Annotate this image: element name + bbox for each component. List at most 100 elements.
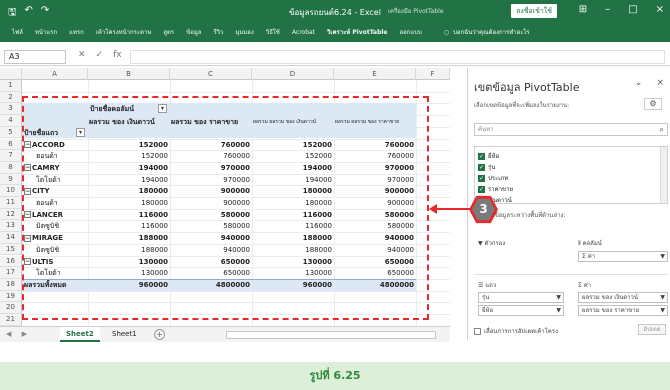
ribbon-display-icon[interactable]: ⊞: [579, 4, 587, 15]
row-header[interactable]: 14: [0, 232, 22, 244]
tab-review[interactable]: รีวิว: [213, 27, 223, 37]
tab-help[interactable]: วิธีใช้: [266, 27, 280, 37]
column-header-f[interactable]: F: [416, 68, 450, 80]
defer-layout-update[interactable]: เลื่อนการการอัปเดตเค้าโครง: [474, 326, 558, 336]
pane-subtitle: เลือกเขตข้อมูลที่จะเพิ่มลงในรายงาน:: [474, 102, 570, 109]
pane-close-icon[interactable]: ×: [656, 78, 664, 88]
row-header[interactable]: 13: [0, 220, 22, 233]
row-header[interactable]: 21: [0, 314, 22, 326]
row-header[interactable]: 5: [0, 126, 22, 139]
tab-data[interactable]: ข้อมูล: [186, 27, 201, 37]
row-gridline: [22, 91, 450, 93]
tab-page-layout[interactable]: เค้าโครงหน้ากระดาษ: [96, 27, 152, 37]
tell-me-box[interactable]: ○ บอกฉันว่าคุณต้องการทำอะไร: [444, 27, 530, 37]
tab-design[interactable]: ออกแบบ: [399, 27, 421, 37]
values-area-item[interactable]: ผลรวม ของ ราคาขาย ▼: [578, 305, 668, 316]
chevron-down-icon[interactable]: ▼: [556, 306, 561, 315]
enter-icon[interactable]: ✓: [96, 50, 104, 60]
sheet-tab-bar: ◀ ▶ Sheet2 Sheet1 +: [0, 326, 450, 342]
step-callout: 3: [469, 195, 498, 224]
row-header[interactable]: 2: [0, 91, 22, 104]
column-headers: A B C D E F: [0, 68, 450, 80]
row-header[interactable]: 3: [0, 103, 22, 116]
tab-view[interactable]: มุมมอง: [235, 27, 253, 37]
tab-file[interactable]: ไฟล์: [12, 27, 23, 37]
name-box[interactable]: A3: [4, 50, 66, 64]
field-label: ราคาขาย: [488, 186, 513, 193]
pane-controls: ⌄ ×: [635, 78, 664, 88]
field-item[interactable]: ✓ ยี่ห้อ: [478, 151, 499, 161]
field-item[interactable]: ✓ รุ่น: [478, 162, 495, 172]
tab-acrobat[interactable]: Acrobat: [292, 29, 315, 36]
tab-pivot-analyze[interactable]: วิเคราะห์ PivotTable: [327, 27, 387, 37]
area-separator: [474, 274, 668, 275]
row-header[interactable]: 12: [0, 208, 22, 221]
field-list-scrollbar[interactable]: [660, 147, 667, 203]
area-item-label: รุ่น: [482, 294, 490, 301]
rows-area-item[interactable]: รุ่น ▼: [478, 292, 564, 303]
chevron-down-icon[interactable]: ▼: [660, 252, 665, 261]
row-header[interactable]: 10: [0, 185, 22, 197]
row-header[interactable]: 7: [0, 150, 22, 162]
maximize-icon[interactable]: □: [628, 4, 637, 15]
checkbox-icon[interactable]: ✓: [478, 152, 485, 160]
defer-checkbox[interactable]: [474, 327, 481, 335]
pane-options-icon[interactable]: ⌄: [635, 78, 643, 88]
horizontal-scrollbar[interactable]: [226, 331, 436, 339]
row-header[interactable]: 17: [0, 267, 22, 279]
formula-input[interactable]: [130, 50, 665, 64]
chevron-down-icon[interactable]: ▼: [660, 306, 665, 315]
row-header[interactable]: 11: [0, 197, 22, 209]
sheet-nav-arrows[interactable]: ◀ ▶: [6, 330, 31, 338]
minimize-icon[interactable]: –: [605, 4, 610, 15]
row-header[interactable]: 1: [0, 80, 22, 92]
values-area-header: Σ ค่า: [578, 280, 591, 290]
sheet-tab-sheet1[interactable]: Sheet1: [106, 327, 143, 342]
row-header[interactable]: 4: [0, 115, 22, 127]
row-header[interactable]: 15: [0, 243, 22, 256]
rows-area-item[interactable]: ยี่ห้อ ▼: [478, 305, 564, 316]
checkbox-icon[interactable]: ✓: [478, 185, 485, 193]
columns-area-item[interactable]: Σ ค่า ▼: [578, 251, 668, 262]
tab-insert[interactable]: แทรก: [69, 27, 84, 37]
search-placeholder: ค้นหา: [478, 126, 494, 133]
ribbon-tabs: ไฟล์ หน้าแรก แทรก เค้าโครงหน้ากระดาษ สูต…: [0, 22, 670, 42]
values-area-item[interactable]: ผลรวม ของ เงินดาวน์ ▼: [578, 292, 668, 303]
row-header[interactable]: 8: [0, 161, 22, 174]
column-header-a[interactable]: A: [22, 68, 88, 80]
field-search-input[interactable]: ค้นหา ⌕: [474, 123, 668, 136]
checkbox-icon[interactable]: ✓: [478, 174, 485, 182]
gear-icon[interactable]: ⚙: [644, 98, 662, 110]
signin-button[interactable]: ลงชื่อเข้าใช้: [511, 4, 557, 18]
column-header-c[interactable]: C: [170, 68, 252, 80]
insert-function-icon[interactable]: fx: [113, 50, 122, 60]
row-header[interactable]: 9: [0, 173, 22, 186]
tab-formulas[interactable]: สูตร: [163, 27, 174, 37]
chevron-down-icon[interactable]: ▼: [556, 293, 561, 302]
row-header[interactable]: 18: [0, 278, 22, 291]
column-header-b[interactable]: B: [88, 68, 170, 80]
column-header-e[interactable]: E: [334, 68, 416, 80]
field-label: รุ่น: [488, 164, 496, 171]
filters-area-header: ▼ ตัวกรอง: [478, 238, 505, 248]
update-button[interactable]: อัปเดต: [638, 324, 666, 335]
column-header-d[interactable]: D: [252, 68, 334, 80]
close-icon[interactable]: ×: [656, 4, 664, 15]
field-item[interactable]: ✓ ราคาขาย: [478, 184, 513, 194]
row-header[interactable]: 20: [0, 302, 22, 314]
window-title: ข้อมูลรถยนต์6.24 - Excel: [289, 8, 381, 17]
tab-home[interactable]: หน้าแรก: [35, 27, 57, 37]
add-sheet-button[interactable]: +: [154, 329, 165, 340]
cancel-icon[interactable]: ✕: [78, 50, 86, 60]
select-all-corner[interactable]: [0, 68, 22, 80]
row-header[interactable]: 19: [0, 290, 22, 303]
field-item[interactable]: ✓ ประเภท: [478, 173, 508, 183]
search-icon: ⌕: [659, 125, 664, 134]
row-header[interactable]: 16: [0, 255, 22, 268]
row-header[interactable]: 6: [0, 138, 22, 151]
checkbox-icon[interactable]: ✓: [478, 163, 485, 171]
worksheet-grid[interactable]: A B C D E F 1 2 3 4 5 6 7 8 9 10 11 12 13 14 15 16 17 18 1…: [0, 68, 450, 326]
defer-label: เลื่อนการการอัปเดตเค้าโครง: [484, 328, 558, 335]
chevron-down-icon[interactable]: ▼: [660, 293, 665, 302]
sheet-tab-sheet2[interactable]: Sheet2: [60, 327, 100, 342]
